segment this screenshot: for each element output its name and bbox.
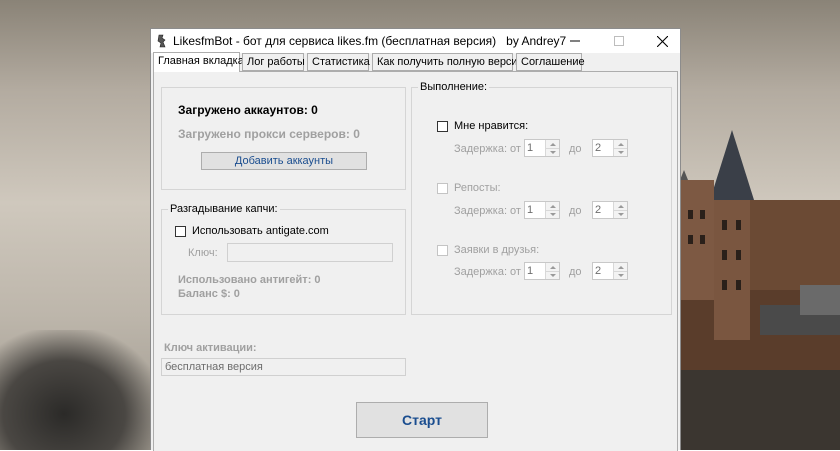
minimize-icon bbox=[570, 40, 580, 42]
tree-silhouette bbox=[0, 330, 160, 450]
tab-label: Как получить полную версию bbox=[377, 56, 526, 68]
spinner-down-button[interactable] bbox=[614, 271, 627, 279]
loaded-accounts-label: Загружено аккаунтов: 0 bbox=[178, 103, 318, 117]
friend-requests-checkbox[interactable] bbox=[437, 245, 448, 256]
friend-requests-delay-label: Задержка: от bbox=[454, 266, 521, 278]
antigate-used-label: Использовано антигейт: 0 bbox=[178, 274, 321, 286]
friend-requests-delay-from[interactable]: 1 bbox=[524, 262, 560, 280]
maximize-button[interactable] bbox=[597, 29, 641, 53]
tab-main[interactable]: Главная вкладка bbox=[153, 52, 244, 72]
tab-label: Статистика bbox=[312, 56, 370, 68]
captcha-key-input[interactable] bbox=[227, 243, 393, 262]
tab-statistics[interactable]: Статистика bbox=[307, 53, 370, 71]
reposts-label: Репосты: bbox=[454, 182, 501, 194]
activation-key-label: Ключ активации: bbox=[164, 342, 257, 354]
minimize-button[interactable] bbox=[553, 29, 597, 53]
start-button[interactable]: Старт bbox=[356, 402, 488, 438]
reposts-delay-from[interactable]: 1 bbox=[524, 201, 560, 219]
app-window: LikesfmBot - бот для сервиса likes.fm (б… bbox=[150, 28, 681, 451]
captcha-key-label: Ключ: bbox=[188, 247, 218, 259]
spinner-value: 1 bbox=[527, 142, 534, 154]
castle-image bbox=[680, 130, 840, 450]
likes-delay-label: Задержка: от bbox=[454, 143, 521, 155]
reposts-checkbox[interactable] bbox=[437, 183, 448, 194]
spinner-value: 2 bbox=[595, 265, 602, 277]
reposts-to-label: до bbox=[569, 205, 582, 217]
loaded-proxies-label: Загружено прокси серверов: 0 bbox=[178, 127, 360, 141]
window-title: LikesfmBot - бот для сервиса likes.fm (б… bbox=[173, 34, 567, 48]
spinner-value: 1 bbox=[527, 204, 534, 216]
likes-checkbox[interactable] bbox=[437, 121, 448, 132]
antigate-label: Использовать antigate.com bbox=[192, 225, 329, 237]
spinner-down-button[interactable] bbox=[546, 148, 559, 156]
app-icon bbox=[157, 34, 166, 48]
antigate-checkbox[interactable] bbox=[175, 226, 186, 237]
captcha-group: Разгадывание капчи: Использовать antigat… bbox=[161, 203, 406, 315]
tab-log[interactable]: Лог работы bbox=[242, 53, 305, 71]
accounts-group: Загружено аккаунтов: 0 Загружено прокси … bbox=[161, 87, 406, 190]
execution-group-title: Выполнение: bbox=[418, 81, 490, 93]
likes-delay-from[interactable]: 1 bbox=[524, 139, 560, 157]
tab-label: Лог работы bbox=[247, 56, 305, 68]
title-bar: LikesfmBot - бот для сервиса likes.fm (б… bbox=[151, 29, 680, 53]
friend-requests-label: Заявки в друзья: bbox=[454, 244, 540, 256]
close-button[interactable] bbox=[640, 29, 684, 53]
spinner-down-button[interactable] bbox=[614, 210, 627, 218]
spinner-down-button[interactable] bbox=[546, 271, 559, 279]
tab-agreement[interactable]: Соглашение bbox=[516, 53, 585, 71]
reposts-delay-to[interactable]: 2 bbox=[592, 201, 628, 219]
captcha-group-title: Разгадывание капчи: bbox=[168, 203, 280, 215]
balance-label: Баланс $: 0 bbox=[178, 288, 240, 300]
close-icon bbox=[656, 35, 668, 47]
add-accounts-button[interactable]: Добавить аккаунты bbox=[201, 152, 367, 170]
maximize-icon bbox=[614, 36, 624, 46]
likes-label: Мне нравится: bbox=[454, 120, 529, 132]
spinner-down-button[interactable] bbox=[546, 210, 559, 218]
friend-requests-to-label: до bbox=[569, 266, 582, 278]
spinner-value: 2 bbox=[595, 142, 602, 154]
execution-group: Выполнение: Мне нравится: Задержка: от 1… bbox=[411, 81, 672, 315]
reposts-delay-label: Задержка: от bbox=[454, 205, 521, 217]
spinner-value: 1 bbox=[527, 265, 534, 277]
likes-delay-to[interactable]: 2 bbox=[592, 139, 628, 157]
tab-label: Соглашение bbox=[521, 56, 585, 68]
activation-key-input[interactable]: бесплатная версия bbox=[161, 358, 406, 376]
spinner-down-button[interactable] bbox=[614, 148, 627, 156]
tab-full-version[interactable]: Как получить полную версию bbox=[372, 53, 526, 71]
spinner-value: 2 bbox=[595, 204, 602, 216]
friend-requests-delay-to[interactable]: 2 bbox=[592, 262, 628, 280]
tab-label: Главная вкладка bbox=[158, 55, 244, 67]
likes-to-label: до bbox=[569, 143, 582, 155]
